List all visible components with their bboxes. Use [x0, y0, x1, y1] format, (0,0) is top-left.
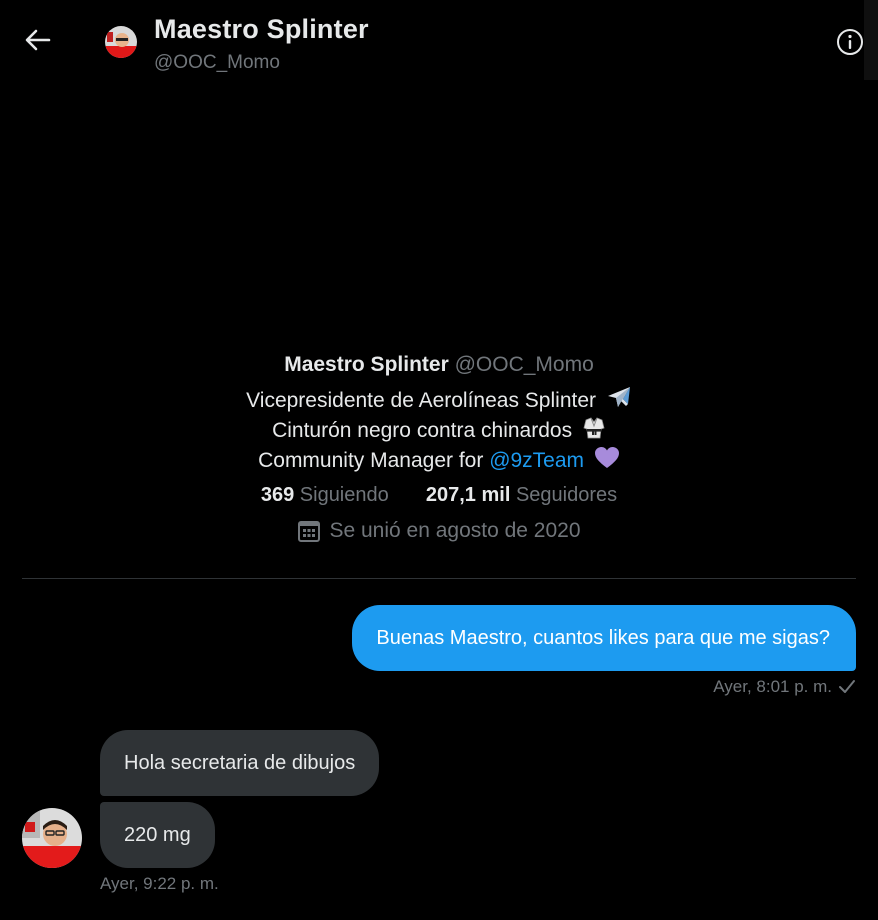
back-arrow-icon: [25, 29, 51, 51]
martial-arts-uniform-icon: [583, 417, 605, 439]
incoming-message-bubble[interactable]: 220 mg: [100, 802, 215, 868]
bio-line-1: Vicepresidente de Aerolíneas Splinter: [0, 386, 878, 416]
profile-summary: Maestro Splinter @OOC_Momo Vicepresident…: [0, 350, 878, 546]
incoming-message-bubble[interactable]: Hola secretaria de dibujos: [100, 730, 380, 796]
bio-line-3: Community Manager for @9zTeam: [0, 446, 878, 476]
purple-heart-icon: [594, 447, 619, 468]
calendar-icon: [298, 521, 321, 542]
profile-bio: Vicepresidente de Aerolíneas Splinter Ci…: [0, 386, 878, 476]
header-avatar[interactable]: [105, 26, 137, 58]
header-handle: @OOC_Momo: [154, 52, 280, 73]
following-label: Siguiendo: [299, 484, 389, 506]
header-display-name[interactable]: Maestro Splinter: [154, 14, 369, 45]
outgoing-message-bubble[interactable]: Buenas Maestro, cuantos likes para que m…: [352, 605, 856, 671]
conversation-info-button[interactable]: [834, 26, 866, 58]
followers-count: 207,1 mil: [425, 484, 511, 506]
profile-title: Maestro Splinter @OOC_Momo: [0, 350, 878, 380]
scrollbar-track[interactable]: [864, 0, 878, 80]
team-mention-link[interactable]: @9zTeam: [489, 449, 584, 472]
back-button[interactable]: [22, 24, 54, 56]
bio-line-3-text: Community Manager for: [258, 449, 484, 472]
profile-display-name[interactable]: Maestro Splinter: [284, 353, 449, 376]
info-icon: [837, 29, 863, 55]
following-link[interactable]: 369 Siguiendo: [261, 484, 394, 506]
conversation-header: Maestro Splinter @OOC_Momo: [0, 0, 878, 80]
outgoing-message-time: Ayer, 8:01 p. m.: [713, 677, 832, 696]
joined-text: Se unió en agosto de 2020: [329, 519, 581, 542]
bio-line-2-text: Cinturón negro contra chinardos: [272, 419, 573, 442]
incoming-message-time: Ayer, 9:22 p. m.: [100, 874, 219, 893]
airplane-emoji-icon: [607, 387, 630, 407]
profile-handle: @OOC_Momo: [454, 353, 594, 376]
outgoing-message-meta: Ayer, 8:01 p. m.: [713, 677, 856, 697]
bio-line-2: Cinturón negro contra chinardos: [0, 416, 878, 446]
followers-link[interactable]: 207,1 mil Seguidores: [426, 484, 617, 506]
profile-stats: 369 Siguiendo 207,1 mil Seguidores: [0, 480, 878, 510]
joined-date: Se unió en agosto de 2020: [0, 516, 878, 546]
sender-avatar[interactable]: [22, 808, 82, 868]
profile-divider: [22, 578, 856, 579]
followers-label: Seguidores: [515, 484, 618, 506]
bio-line-1-text: Vicepresidente de Aerolíneas Splinter: [246, 389, 596, 412]
following-count: 369: [260, 484, 295, 506]
checkmark-icon: [839, 680, 855, 693]
